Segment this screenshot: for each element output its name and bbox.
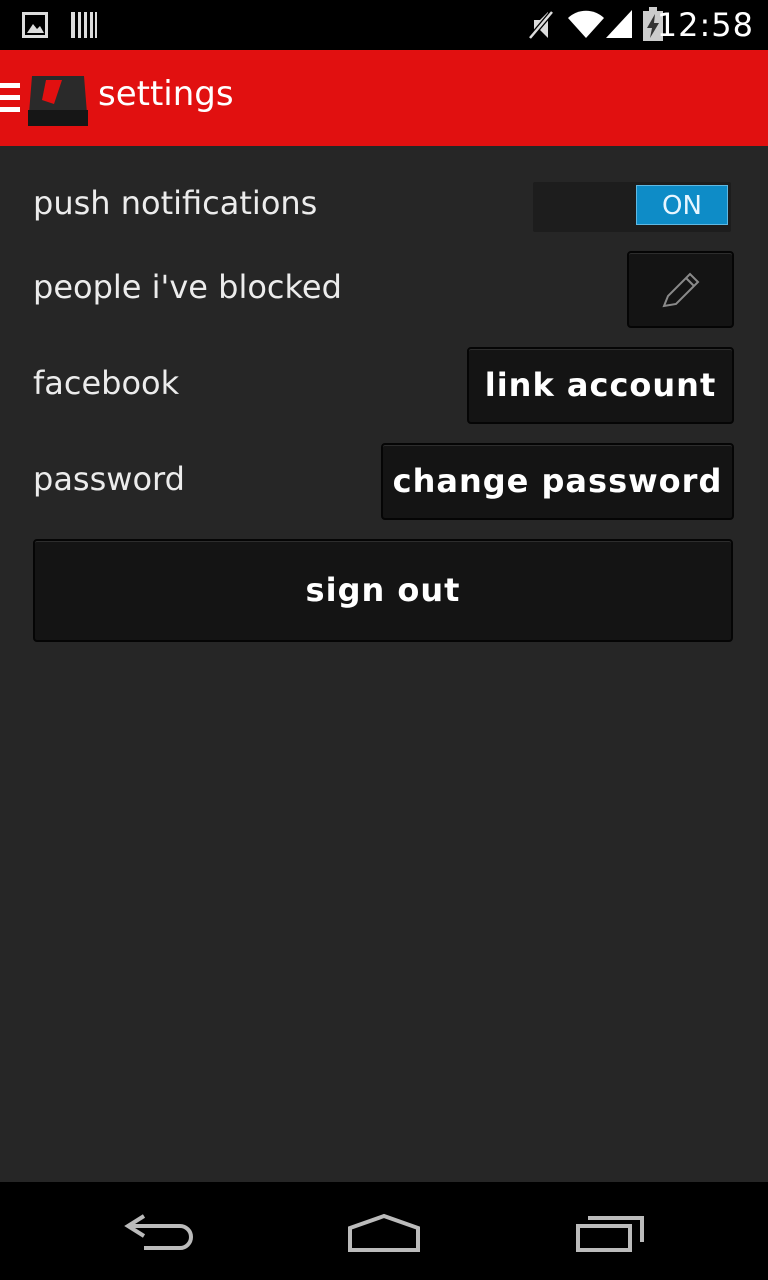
change-password-button[interactable]: change password [381, 443, 734, 520]
sign-out-button[interactable]: sign out [33, 539, 733, 642]
status-bar: 12:58 [0, 0, 768, 50]
settings-list: push notifications ON people i've blocke… [0, 146, 768, 1182]
back-icon[interactable] [124, 1212, 196, 1252]
signal-icon [606, 10, 632, 38]
blocked-people-label: people i've blocked [33, 268, 342, 306]
edit-blocked-button[interactable] [627, 251, 734, 328]
recent-apps-icon[interactable] [574, 1214, 646, 1254]
action-bar: settings [0, 50, 768, 146]
password-label: password [33, 460, 185, 498]
facebook-label: facebook [33, 364, 180, 402]
home-icon[interactable] [346, 1212, 422, 1254]
link-account-button[interactable]: link account [467, 347, 734, 424]
pencil-icon [662, 272, 700, 308]
navigation-bar [0, 1182, 768, 1280]
mute-icon [528, 10, 554, 40]
push-notifications-toggle[interactable]: ON [533, 182, 731, 232]
image-icon [22, 12, 48, 38]
hamburger-icon[interactable] [0, 83, 20, 113]
app-logo[interactable] [24, 70, 88, 130]
page-title: settings [98, 74, 234, 114]
wifi-icon [568, 10, 604, 38]
clock: 12:58 [656, 6, 754, 44]
barcode-icon [71, 12, 97, 38]
toggle-on-label: ON [636, 185, 728, 225]
push-notifications-label: push notifications [33, 184, 318, 222]
